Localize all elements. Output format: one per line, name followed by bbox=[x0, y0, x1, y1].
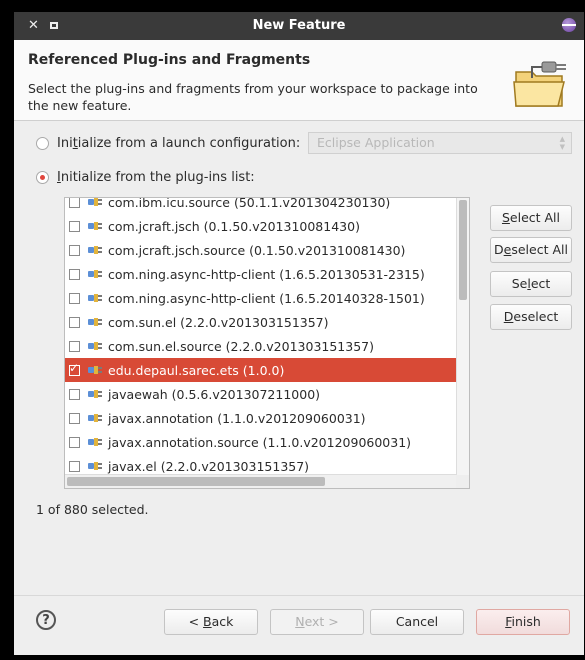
plugin-icon bbox=[88, 294, 102, 302]
plugin-icon bbox=[88, 462, 102, 470]
plugin-icon bbox=[88, 390, 102, 398]
plugin-name: javaewah (0.5.6.v201307211000) bbox=[108, 386, 321, 402]
titlebar: ✕ New Feature bbox=[14, 12, 584, 40]
cancel-button[interactable]: Cancel bbox=[370, 609, 464, 635]
finish-button[interactable]: Finish bbox=[476, 609, 570, 635]
plugin-checkbox[interactable] bbox=[69, 340, 80, 352]
plugin-name: com.ning.async-http-client (1.6.5.201305… bbox=[108, 266, 425, 282]
plugin-icon bbox=[88, 366, 102, 374]
plugin-checkbox[interactable] bbox=[69, 436, 80, 448]
plugin-name: com.sun.el (2.2.0.v201303151357) bbox=[108, 314, 329, 330]
plugin-checkbox[interactable] bbox=[69, 388, 80, 400]
plugin-icon bbox=[88, 342, 102, 350]
new-feature-dialog: ✕ New Feature Referenced Plug-ins and Fr… bbox=[14, 12, 584, 655]
plugin-checkbox[interactable] bbox=[69, 412, 80, 424]
footer-divider bbox=[14, 595, 584, 596]
plugin-checkbox[interactable] bbox=[69, 268, 80, 280]
plugin-icon bbox=[88, 198, 102, 206]
deselect-all-button[interactable]: Deselect All bbox=[490, 237, 572, 263]
launch-config-select-value: Eclipse Application bbox=[317, 135, 435, 150]
plugin-checkbox[interactable] bbox=[69, 460, 80, 472]
plugin-name: javax.annotation.source (1.1.0.v20120906… bbox=[108, 434, 412, 450]
page-title: Referenced Plug-ins and Fragments bbox=[28, 52, 311, 68]
plugin-row[interactable]: com.jcraft.jsch (0.1.50.v201310081430) bbox=[65, 214, 457, 238]
plugin-name: com.ibm.icu.source (50.1.1.v201304230130… bbox=[108, 197, 391, 210]
plugin-name: com.jcraft.jsch.source (0.1.50.v20131008… bbox=[108, 242, 406, 258]
plugin-icon bbox=[88, 246, 102, 254]
plugin-row[interactable]: com.ning.async-http-client (1.6.5.201305… bbox=[65, 262, 457, 286]
back-button[interactable]: < Back bbox=[164, 609, 258, 635]
launch-config-label: Initialize from a launch configuration: bbox=[57, 135, 301, 151]
selection-count: 1 of 880 selected. bbox=[36, 502, 149, 517]
plugin-name: com.jcraft.jsch (0.1.50.v201310081430) bbox=[108, 218, 360, 234]
plugin-checkbox[interactable] bbox=[69, 244, 80, 256]
plugin-name: javax.el (2.2.0.v201303151357) bbox=[108, 458, 310, 474]
horizontal-scroll-thumb[interactable] bbox=[67, 477, 325, 486]
help-icon[interactable]: ? bbox=[36, 610, 56, 630]
window-title: New Feature bbox=[252, 18, 346, 33]
plugin-rows: com.ibm.icu.source (50.1.1.v201304230130… bbox=[65, 197, 457, 478]
plugins-list-radio[interactable] bbox=[36, 170, 49, 184]
plugin-row[interactable]: javax.annotation.source (1.1.0.v20120906… bbox=[65, 430, 457, 454]
plugin-name: com.sun.el.source (2.2.0.v201303151357) bbox=[108, 338, 374, 354]
plugin-icon bbox=[88, 438, 102, 446]
plugin-icon bbox=[88, 270, 102, 278]
plugin-row[interactable]: com.ning.async-http-client (1.6.5.201403… bbox=[65, 286, 457, 310]
wizard-header: Referenced Plug-ins and Fragments Select… bbox=[14, 40, 584, 121]
launch-config-radio[interactable] bbox=[36, 136, 49, 150]
select-arrows-icon: ▲ ▼ bbox=[559, 135, 565, 151]
plugin-row[interactable]: javax.annotation (1.1.0.v201209060031) bbox=[65, 406, 457, 430]
page-description: Select the plug-ins and fragments from y… bbox=[28, 81, 478, 113]
plugin-checkbox[interactable] bbox=[69, 292, 80, 304]
plugins-list-option[interactable]: Initialize from the plug-ins list: bbox=[36, 167, 255, 187]
vertical-scroll-thumb[interactable] bbox=[459, 200, 467, 300]
plugin-row[interactable]: com.ibm.icu.source (50.1.1.v201304230130… bbox=[65, 197, 457, 214]
deselect-button[interactable]: Deselect bbox=[490, 304, 572, 330]
select-all-button[interactable]: Select All bbox=[490, 205, 572, 231]
plugin-row[interactable]: com.sun.el (2.2.0.v201303151357) bbox=[65, 310, 457, 334]
launch-config-select: Eclipse Application ▲ ▼ bbox=[308, 132, 572, 154]
plugin-list[interactable]: com.ibm.icu.source (50.1.1.v201304230130… bbox=[64, 197, 470, 489]
plugin-icon bbox=[88, 414, 102, 422]
vertical-scrollbar[interactable] bbox=[456, 198, 469, 476]
plugins-list-label: Initialize from the plug-ins list: bbox=[57, 169, 255, 185]
plugin-icon bbox=[88, 222, 102, 230]
plugin-row[interactable]: com.jcraft.jsch.source (0.1.50.v20131008… bbox=[65, 238, 457, 262]
launch-config-option[interactable]: Initialize from a launch configuration: bbox=[36, 133, 300, 153]
plugin-name: com.ning.async-http-client (1.6.5.201403… bbox=[108, 290, 425, 306]
eclipse-icon bbox=[562, 18, 576, 32]
select-button[interactable]: Select bbox=[490, 271, 572, 297]
plugin-icon bbox=[88, 318, 102, 326]
plugin-checkbox[interactable] bbox=[69, 220, 80, 232]
plugin-checkbox[interactable] bbox=[69, 361, 80, 376]
plugin-name: edu.depaul.sarec.ets (1.0.0) bbox=[108, 362, 285, 378]
plugin-row[interactable]: com.sun.el.source (2.2.0.v201303151357) bbox=[65, 334, 457, 358]
plugin-name: javax.annotation (1.1.0.v201209060031) bbox=[108, 410, 366, 426]
next-button: Next > bbox=[270, 609, 364, 635]
plugin-checkbox[interactable] bbox=[69, 198, 80, 208]
plugin-row[interactable]: edu.depaul.sarec.ets (1.0.0) bbox=[65, 358, 457, 382]
scroll-corner bbox=[456, 475, 469, 488]
horizontal-scrollbar[interactable] bbox=[65, 474, 457, 488]
folder-plug-icon bbox=[513, 61, 566, 107]
plugin-row[interactable]: javaewah (0.5.6.v201307211000) bbox=[65, 382, 457, 406]
plugin-checkbox[interactable] bbox=[69, 316, 80, 328]
